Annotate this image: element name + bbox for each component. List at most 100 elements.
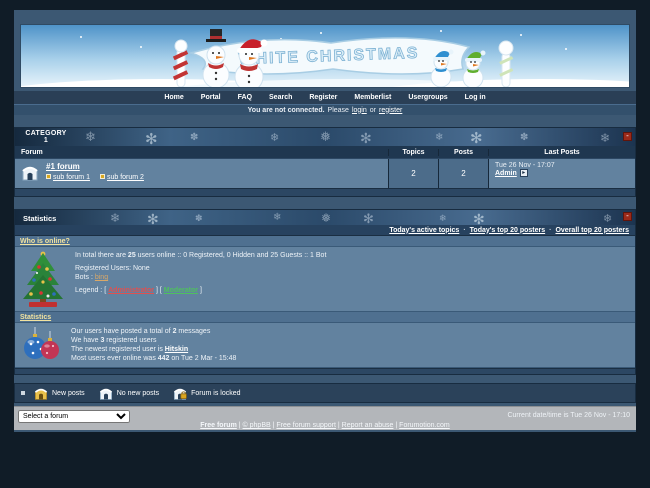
ornaments-image — [21, 327, 61, 361]
snowflake-icon — [473, 211, 485, 225]
legend-new-posts: New posts — [33, 385, 85, 401]
post-legend-bar: New posts No new posts Forum is locked — [14, 383, 636, 403]
column-forum: Forum — [15, 149, 388, 156]
last-post-cell: Tue 26 Nov - 17:07 Admin▸ — [488, 159, 635, 188]
top-posters-today-link[interactable]: Today's top 20 posters — [470, 227, 545, 234]
who-is-online-content: In total there are 25 users online :: 0 … — [15, 247, 635, 312]
administrator-group-link[interactable]: Administrator — [108, 287, 154, 294]
bot-link[interactable]: bing — [95, 274, 108, 281]
main-navigation: Home Portal FAQ Search Register Memberli… — [14, 91, 636, 104]
snowflake-icon — [190, 132, 198, 143]
subforum-icon — [46, 174, 51, 179]
snowflake-icon — [320, 129, 331, 145]
forum-locked-icon — [172, 385, 188, 401]
nav-login[interactable]: Log in — [465, 94, 486, 101]
footer-divider: | — [395, 422, 397, 429]
top-posters-overall-link[interactable]: Overall top 20 posters — [555, 227, 629, 234]
statistics-subheader: Statistics — [15, 312, 635, 323]
last-post-date: Tue 26 Nov - 17:07 — [495, 162, 629, 169]
category-header: Category 1 - — [15, 128, 635, 146]
posts-count: 2 — [438, 159, 488, 188]
legend-forum-locked: Forum is locked — [172, 385, 240, 401]
report-abuse-link[interactable]: Report an abuse — [342, 422, 394, 429]
register-link[interactable]: register — [379, 107, 402, 114]
footer-divider: | — [338, 422, 340, 429]
no-new-posts-label: No new posts — [117, 390, 159, 397]
current-datetime: Current date/time is Tue 26 Nov - 17:10 — [507, 412, 630, 419]
subforum-link-1[interactable]: sub forum 1 — [53, 174, 90, 181]
new-posts-label: New posts — [52, 390, 85, 397]
totals-info: Our users have posted a total of 2 messa… — [71, 327, 236, 363]
forum-link[interactable]: #1 forum — [46, 162, 80, 171]
goto-last-post-icon[interactable]: ▸ — [520, 169, 528, 177]
column-last-posts: Last Posts — [488, 149, 635, 156]
nav-home[interactable]: Home — [164, 94, 183, 101]
nav-search[interactable]: Search — [269, 94, 292, 101]
link-separator: · — [549, 227, 551, 234]
record-text-suffix: on Tue 2 Mar - 15:48 — [169, 355, 236, 362]
record-text: Most users ever online was — [71, 355, 158, 362]
legend-label: Legend : — [75, 287, 102, 294]
members-text: We have — [71, 337, 100, 344]
snowflake-icon — [439, 213, 447, 224]
category-title[interactable]: Category 1 — [23, 130, 69, 144]
collapse-statistics-button[interactable]: - — [623, 212, 632, 221]
status-or: or — [370, 107, 376, 114]
nav-usergroups[interactable]: Usergroups — [408, 94, 447, 101]
subforum-link-2[interactable]: sub forum 2 — [107, 174, 144, 181]
phpbb-link[interactable]: © phpBB — [243, 422, 271, 429]
registered-users-line: Registered Users: None — [75, 264, 326, 273]
snowflake-icon — [273, 212, 281, 223]
snowflake-icon — [270, 131, 279, 144]
category-footer-spacer — [15, 188, 635, 196]
bullet-icon — [21, 391, 25, 395]
category-box: Category 1 - Forum Topics Posts Last Pos… — [14, 127, 636, 197]
status-prompt: Please — [328, 107, 349, 114]
footer-links: Free forum | © phpBB | Free forum suppor… — [14, 422, 636, 429]
statistics-box: Statistics - Today's active topics · Tod… — [14, 209, 636, 375]
snowflake-icon — [363, 211, 374, 225]
nav-register[interactable]: Register — [309, 94, 337, 101]
posted-text: Our users have posted a total of — [71, 328, 173, 335]
christmas-tree-image — [21, 251, 65, 307]
last-post-author-link[interactable]: Admin — [495, 170, 517, 177]
footer-bar: Select a forum Current date/time is Tue … — [14, 406, 636, 430]
forumotion-link[interactable]: Forumotion.com — [399, 422, 450, 429]
forum-cell: #1 forum sub forum 1 sub forum 2 — [15, 159, 388, 188]
free-forum-link[interactable]: Free forum — [200, 422, 237, 429]
snowflake-icon — [470, 129, 483, 146]
snowflake-icon — [85, 129, 96, 145]
snowflake-icon — [321, 211, 331, 225]
nav-memberlist[interactable]: Memberlist — [354, 94, 391, 101]
statistics-header: Statistics - — [15, 210, 635, 225]
record-count: 442 — [158, 355, 170, 362]
login-link[interactable]: login — [352, 107, 367, 114]
column-posts: Posts — [438, 149, 488, 156]
newest-user-text: The newest registered user is — [71, 346, 165, 353]
forum-table-header: Forum Topics Posts Last Posts — [15, 146, 635, 158]
status-message: You are not connected. — [248, 107, 325, 114]
active-topics-link[interactable]: Today's active topics — [389, 227, 459, 234]
forum-support-link[interactable]: Free forum support — [276, 422, 336, 429]
nav-faq[interactable]: FAQ — [238, 94, 252, 101]
statistics-link[interactable]: Statistics — [20, 314, 51, 321]
nav-portal[interactable]: Portal — [201, 94, 221, 101]
moderator-group-link[interactable]: Moderator — [164, 287, 198, 294]
footer-divider: | — [273, 422, 275, 429]
who-is-online-link[interactable]: Who is online? — [20, 238, 70, 245]
newest-user-link[interactable]: Hitskin — [165, 346, 188, 353]
bracket: [ — [160, 287, 162, 294]
who-is-online-header: Who is online? — [15, 236, 635, 247]
snowflake-icon — [520, 132, 528, 143]
site-banner[interactable]: WHITE CHRISTMAS — [20, 24, 630, 88]
snowflake-icon — [110, 211, 120, 225]
subforum-icon — [100, 174, 105, 179]
bots-label: Bots : — [75, 274, 93, 281]
statistics-title: Statistics — [23, 214, 56, 223]
members-text-suffix: registered users — [104, 337, 156, 344]
collapse-category-button[interactable]: - — [623, 132, 632, 141]
forum-locked-label: Forum is locked — [191, 390, 240, 397]
snowflake-icon — [603, 212, 612, 225]
bracket: ] — [200, 287, 202, 294]
connection-status-bar: You are not connected. Please login or r… — [14, 104, 636, 115]
